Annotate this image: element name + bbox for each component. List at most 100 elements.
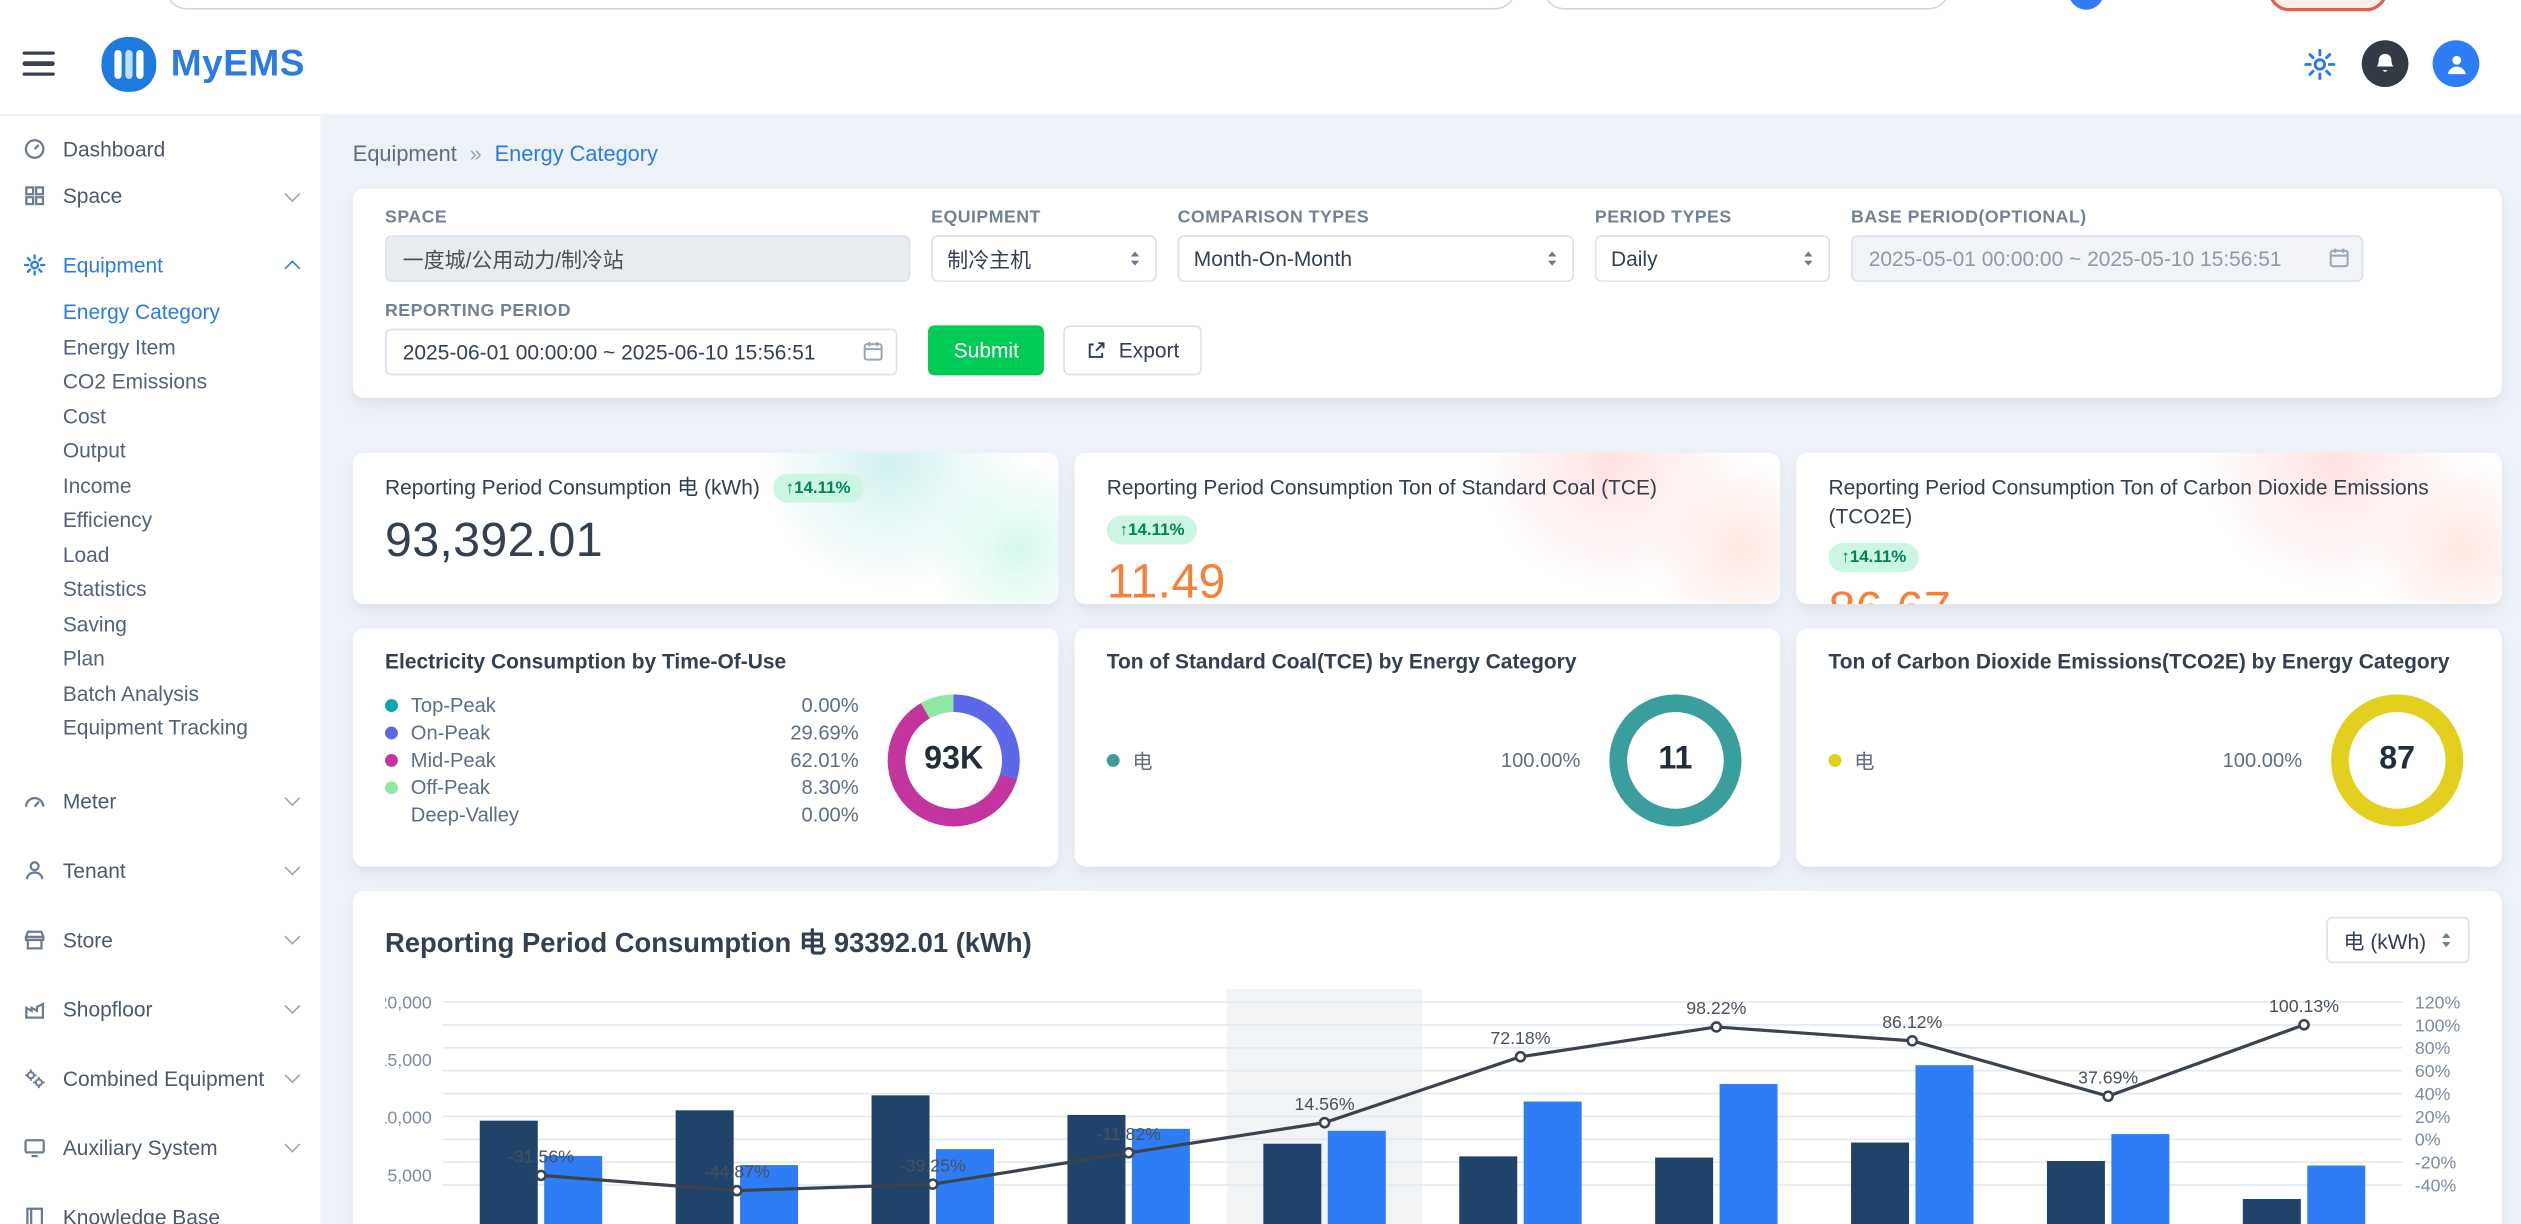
tce-donut-chart[interactable]: 11 [1609,694,1741,826]
chevron-down-icon [284,790,300,806]
sidebar-subitem-energy-category[interactable]: Energy Category [0,295,321,330]
sidebar-item-meter[interactable]: Meter [0,777,321,824]
legend-label: Off-Peak [411,776,802,799]
legend-percent: 8.30% [802,776,859,799]
chevron-down-icon [284,860,300,876]
legend-percent: 0.00% [802,694,859,717]
tco2e-legend: 电 100.00% [1828,746,2302,773]
svg-text:100%: 100% [2415,1015,2461,1035]
tco2e-donut-chart[interactable]: 87 [2331,694,2463,826]
chevron-down-icon [284,998,300,1014]
sidebar-item-label: Shopfloor [63,996,287,1020]
sidebar-item-combined-equipment[interactable]: Combined Equipment [0,1054,321,1101]
reporting-period-label: REPORTING PERIOD [385,301,897,320]
svg-text:20%: 20% [2415,1107,2451,1127]
sidebar-item-label: Store [63,927,287,951]
sidebar-subitem-saving[interactable]: Saving [0,607,321,642]
sidebar-subitem-plan[interactable]: Plan [0,641,321,676]
sidebar-item-label: Combined Equipment [63,1066,287,1090]
energy-unit-select[interactable]: 电 (kWh) [2326,917,2470,964]
svg-text:72.18%: 72.18% [1490,1028,1550,1048]
comparison-types-select[interactable]: Month-On-Month [1178,235,1574,282]
sidebar-subitem-load[interactable]: Load [0,537,321,572]
sidebar-item-tenant[interactable]: Tenant [0,847,321,894]
base-period-input[interactable] [1851,235,2363,282]
settings-gear-icon[interactable] [2302,46,2337,81]
select-caret-icon [1803,250,1814,268]
space-input[interactable] [385,235,910,282]
legend-row-top-peak: Top-Peak 0.00% [385,691,859,718]
comparison-types-select-value: Month-On-Month [1194,246,1352,270]
sidebar-item-dashboard[interactable]: Dashboard [0,126,321,173]
submit-button[interactable]: Submit [928,325,1045,375]
legend-label: 电 [1854,744,2222,775]
legend-label: Mid-Peak [411,748,791,771]
legend-dot [385,698,398,711]
stat-value: 86.67 [1828,584,2469,605]
knowledge-base-icon [23,1204,63,1224]
sidebar-subitem-energy-item[interactable]: Energy Item [0,329,321,364]
partial-input-box [1543,0,1949,10]
legend-percent: 29.69% [790,721,858,744]
breadcrumb-section[interactable]: Equipment [353,142,457,166]
sidebar-subitem-co2-emissions[interactable]: CO2 Emissions [0,364,321,399]
legend-percent: 100.00% [1501,748,1581,771]
sidebar-item-knowledge-base[interactable]: Knowledge Base [0,1193,321,1224]
legend-dot [385,753,398,766]
chevron-down-icon [284,1137,300,1153]
sidebar-item-label: Auxiliary System [63,1135,287,1159]
svg-text:-11.82%: -11.82% [1096,1124,1161,1144]
sidebar-subitem-income[interactable]: Income [0,468,321,503]
stat-value: 93,392.01 [385,514,1026,569]
increase-badge: ↑14.11% [1828,543,1919,572]
legend-row-electricity: 电 100.00% [1828,746,2302,773]
user-avatar[interactable] [2433,40,2480,87]
svg-text:15,000: 15,000 [385,1050,432,1070]
notifications-bell-icon[interactable] [2362,40,2409,87]
tou-donut-chart[interactable]: 93K [888,694,1020,826]
comparison-types-label: COMPARISON TYPES [1178,208,1574,227]
legend-label: Deep-Valley [411,803,802,826]
sidebar-item-shopfloor[interactable]: Shopfloor [0,985,321,1032]
export-button[interactable]: Export [1064,325,1202,375]
stat-card-electricity: Reporting Period Consumption 电 (kWh) ↑14… [353,453,1059,604]
equipment-select[interactable]: 制冷主机 [931,235,1157,282]
sidebar: Dashboard Space Equipment Energy Categor… [0,116,322,1224]
sidebar-subitem-batch-analysis[interactable]: Batch Analysis [0,676,321,711]
chevron-down-icon [284,1067,300,1083]
svg-text:20,000: 20,000 [385,992,432,1012]
sidebar-item-auxiliary-system[interactable]: Auxiliary System [0,1124,321,1171]
combined-equipment-icon [23,1066,63,1090]
svg-text:-39.25%: -39.25% [900,1155,966,1175]
store-icon [23,927,63,951]
sidebar-item-store[interactable]: Store [0,916,321,963]
menu-toggle-button[interactable] [23,48,62,80]
equipment-icon [23,253,63,277]
period-types-select[interactable]: Daily [1595,235,1830,282]
svg-text:0%: 0% [2415,1130,2441,1150]
tce-legend: 电 100.00% [1107,746,1581,773]
legend-row-on-peak: On-Peak 29.69% [385,719,859,746]
sidebar-item-equipment[interactable]: Equipment [0,242,321,289]
sidebar-subitem-output[interactable]: Output [0,433,321,468]
sidebar-item-label: Meter [63,789,287,813]
sidebar-item-space[interactable]: Space [0,172,321,219]
sidebar-subitem-cost[interactable]: Cost [0,399,321,434]
donut-cards-row: Electricity Consumption by Time-Of-Use T… [353,628,2502,866]
consumption-bar-chart[interactable]: 120%100%80%60%40%20%0%-20%-40%20,00015,0… [385,976,2470,1224]
sidebar-subitem-statistics[interactable]: Statistics [0,572,321,607]
stat-cards-row: Reporting Period Consumption 电 (kWh) ↑14… [353,453,2502,604]
svg-text:-31.56%: -31.56% [508,1147,574,1167]
legend-dot [1828,753,1841,766]
stat-card-carbon-dioxide: Reporting Period Consumption Ton of Carb… [1796,453,2502,604]
sidebar-subitem-equipment-tracking[interactable]: Equipment Tracking [0,710,321,745]
svg-text:40%: 40% [2415,1084,2451,1104]
tenant-icon [23,858,63,882]
reporting-period-input[interactable] [385,329,897,376]
export-icon [1087,340,1108,361]
donut-card-title: Ton of Carbon Dioxide Emissions(TCO2E) b… [1828,649,2469,673]
sidebar-subitem-efficiency[interactable]: Efficiency [0,503,321,538]
legend-dot [385,781,398,794]
equipment-label: EQUIPMENT [931,208,1157,227]
brand[interactable]: MyEMS [101,36,304,91]
